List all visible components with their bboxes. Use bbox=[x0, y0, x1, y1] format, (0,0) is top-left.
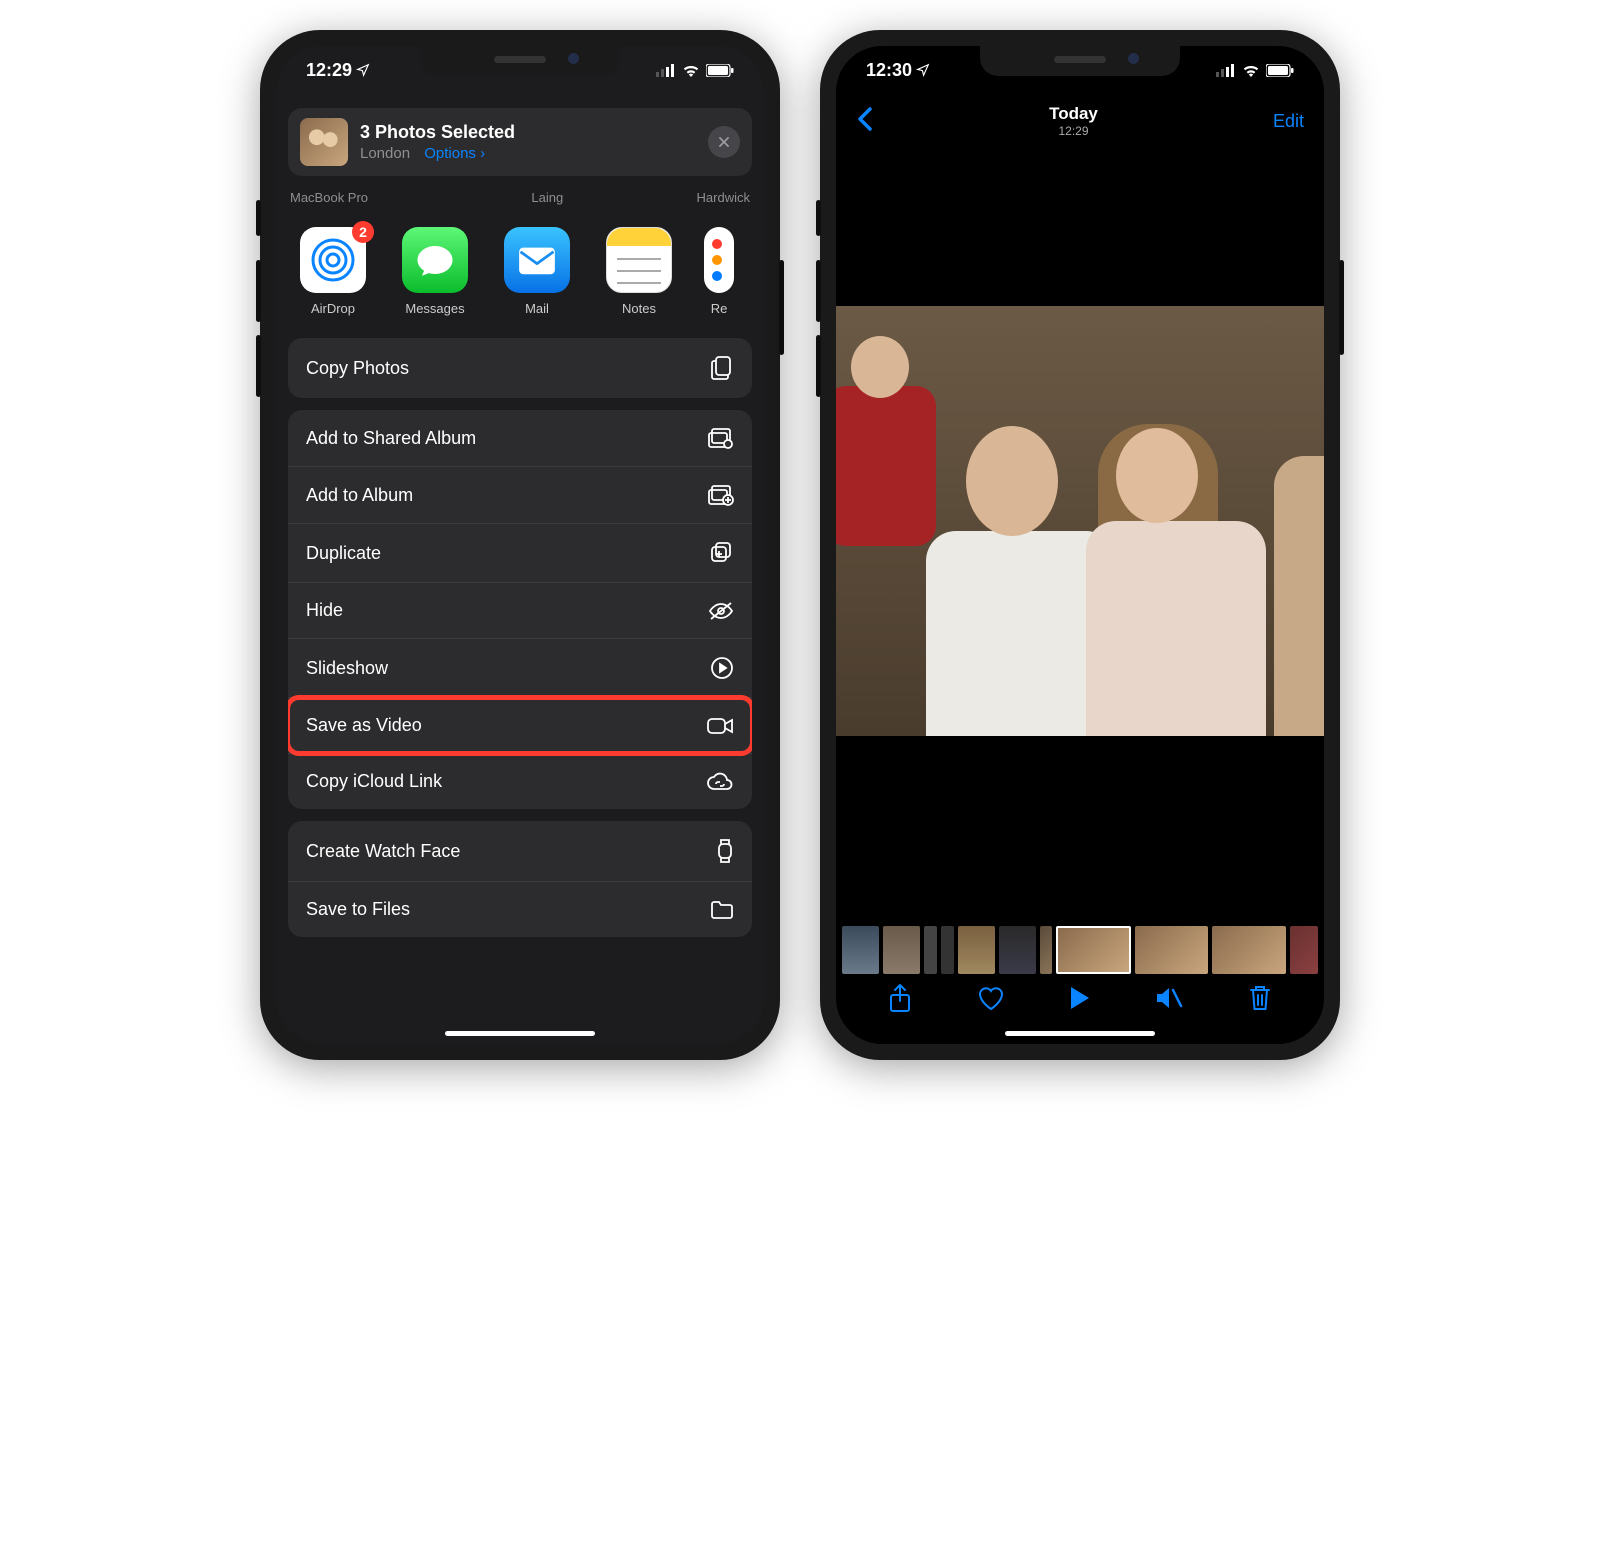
notch bbox=[980, 46, 1180, 76]
phone-share-sheet: 12:29 3 Photos Selected London Options › bbox=[260, 30, 780, 1060]
duplicate-icon bbox=[710, 541, 734, 565]
hide-icon bbox=[708, 601, 734, 621]
app-share-row: 2 AirDrop Messages Mail bbox=[276, 205, 764, 326]
airdrop-targets-row: MacBook Pro Laing Hardwick bbox=[276, 190, 764, 205]
app-messages[interactable]: Messages bbox=[398, 227, 472, 316]
thumbnail-strip[interactable] bbox=[836, 926, 1324, 974]
airdrop-icon bbox=[309, 236, 357, 284]
thumbnail[interactable] bbox=[924, 926, 937, 974]
airdrop-target[interactable]: MacBook Pro bbox=[290, 190, 368, 205]
folder-icon bbox=[710, 900, 734, 920]
thumbnail[interactable] bbox=[958, 926, 995, 974]
share-header: 3 Photos Selected London Options › bbox=[288, 108, 752, 176]
action-add-album[interactable]: Add to Album bbox=[288, 467, 752, 524]
share-thumbnail bbox=[300, 118, 348, 166]
nav-subtitle: 12:29 bbox=[1049, 124, 1098, 138]
thumbnail-selected[interactable] bbox=[1056, 926, 1130, 974]
phone-photo-viewer: 12:30 Today 12:29 Edit bbox=[820, 30, 1340, 1060]
share-options-link[interactable]: Options › bbox=[424, 145, 485, 162]
status-icons bbox=[656, 64, 734, 77]
photo-toolbar bbox=[836, 973, 1324, 1032]
close-button[interactable] bbox=[708, 126, 740, 158]
nav-bar: Today 12:29 Edit bbox=[836, 94, 1324, 146]
action-copy-photos[interactable]: Copy Photos bbox=[288, 338, 752, 398]
album-add-icon bbox=[708, 484, 734, 506]
notch bbox=[420, 46, 620, 76]
battery-icon bbox=[706, 64, 734, 77]
cellular-icon bbox=[656, 64, 676, 77]
thumbnail[interactable] bbox=[1290, 926, 1318, 974]
action-add-shared-album[interactable]: Add to Shared Album bbox=[288, 410, 752, 467]
status-time: 12:30 bbox=[866, 60, 912, 81]
thumbnail[interactable] bbox=[1040, 926, 1053, 974]
wifi-icon bbox=[1242, 64, 1260, 77]
play-circle-icon bbox=[710, 656, 734, 680]
badge: 2 bbox=[352, 221, 374, 243]
cellular-icon bbox=[1216, 64, 1236, 77]
status-icons bbox=[1216, 64, 1294, 77]
thumbnail[interactable] bbox=[883, 926, 920, 974]
heart-icon bbox=[977, 985, 1005, 1011]
trash-icon bbox=[1248, 984, 1272, 1012]
share-location: London bbox=[360, 145, 410, 162]
thumbnail[interactable] bbox=[999, 926, 1036, 974]
location-icon bbox=[916, 63, 930, 77]
close-icon bbox=[717, 135, 731, 149]
play-button[interactable] bbox=[1069, 985, 1091, 1016]
app-airdrop[interactable]: 2 AirDrop bbox=[296, 227, 370, 316]
play-icon bbox=[1069, 985, 1091, 1011]
action-group-main: Add to Shared Album Add to Album Duplica… bbox=[288, 410, 752, 809]
action-duplicate[interactable]: Duplicate bbox=[288, 524, 752, 583]
thumbnail[interactable] bbox=[941, 926, 954, 974]
airdrop-target[interactable]: Laing bbox=[501, 190, 563, 205]
action-group-copy: Copy Photos bbox=[288, 338, 752, 398]
share-button[interactable] bbox=[888, 983, 912, 1018]
home-indicator[interactable] bbox=[1005, 1031, 1155, 1036]
delete-button[interactable] bbox=[1248, 984, 1272, 1017]
battery-icon bbox=[1266, 64, 1294, 77]
shared-album-icon bbox=[708, 427, 734, 449]
wifi-icon bbox=[682, 64, 700, 77]
copy-icon bbox=[710, 355, 734, 381]
action-create-watch-face[interactable]: Create Watch Face bbox=[288, 821, 752, 882]
action-group-extra: Create Watch Face Save to Files bbox=[288, 821, 752, 937]
app-mail[interactable]: Mail bbox=[500, 227, 574, 316]
watch-icon bbox=[716, 838, 734, 864]
airdrop-target[interactable]: Hardwick bbox=[697, 190, 750, 205]
photo-viewport[interactable] bbox=[836, 306, 1324, 736]
edit-button[interactable]: Edit bbox=[1273, 111, 1304, 132]
chevron-left-icon bbox=[856, 105, 874, 133]
thumbnail[interactable] bbox=[1135, 926, 1209, 974]
favorite-button[interactable] bbox=[977, 985, 1005, 1016]
mute-button[interactable] bbox=[1155, 986, 1183, 1015]
app-reminders[interactable]: Re bbox=[704, 227, 734, 316]
cloud-link-icon bbox=[706, 772, 734, 792]
share-title: 3 Photos Selected bbox=[360, 122, 696, 143]
messages-icon bbox=[414, 239, 456, 281]
thumbnail[interactable] bbox=[1212, 926, 1286, 974]
app-notes[interactable]: Notes bbox=[602, 227, 676, 316]
status-time: 12:29 bbox=[306, 60, 352, 81]
video-icon bbox=[706, 716, 734, 736]
action-save-to-files[interactable]: Save to Files bbox=[288, 882, 752, 937]
back-button[interactable] bbox=[856, 105, 874, 138]
share-icon bbox=[888, 983, 912, 1013]
home-indicator[interactable] bbox=[445, 1031, 595, 1036]
action-save-as-video[interactable]: Save as Video bbox=[288, 698, 752, 754]
action-copy-icloud-link[interactable]: Copy iCloud Link bbox=[288, 754, 752, 809]
speaker-mute-icon bbox=[1155, 986, 1183, 1010]
thumbnail[interactable] bbox=[842, 926, 879, 974]
nav-title: Today bbox=[1049, 104, 1098, 124]
location-icon bbox=[356, 63, 370, 77]
action-slideshow[interactable]: Slideshow bbox=[288, 639, 752, 698]
mail-icon bbox=[515, 238, 559, 282]
action-hide[interactable]: Hide bbox=[288, 583, 752, 639]
